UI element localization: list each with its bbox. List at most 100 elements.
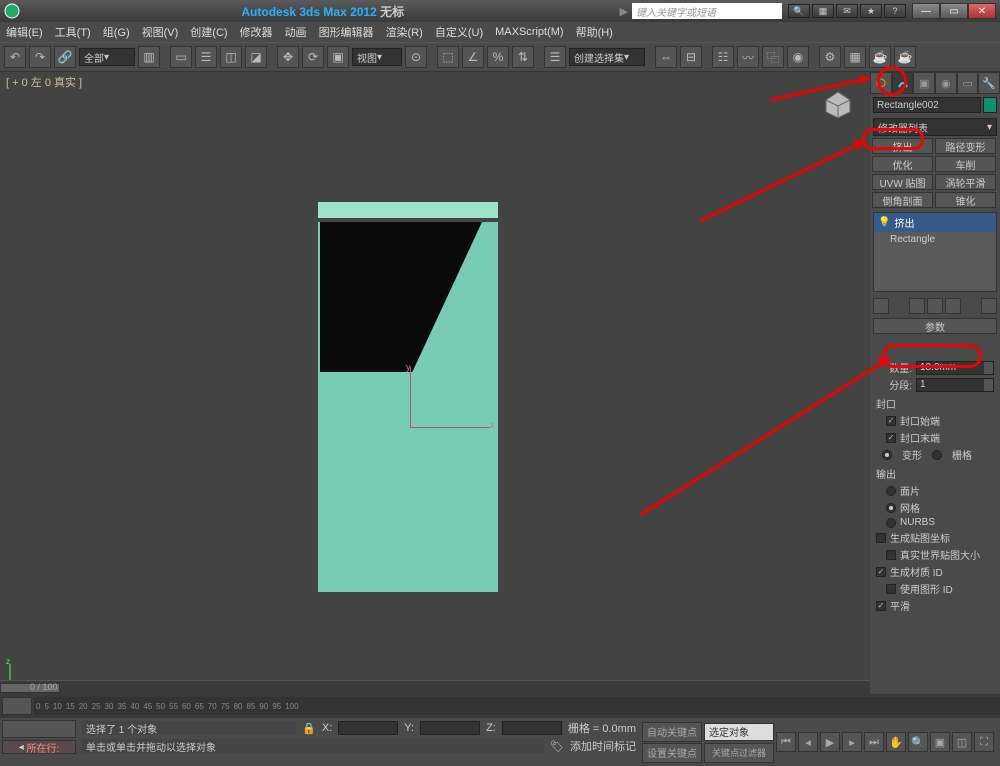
menu-customize[interactable]: 自定义(U) [435,24,483,40]
cap-grid-radio[interactable] [932,450,942,460]
pathdeform-button[interactable]: 路径变形 [935,138,996,154]
lathe-button[interactable]: 车削 [935,156,996,172]
close-button[interactable]: ✕ [968,3,996,19]
stack-item-extrude[interactable]: 💡挤出 [874,213,996,232]
spinner-snap-icon[interactable]: ⇅ [512,46,534,68]
rotate-icon[interactable]: ⟳ [302,46,324,68]
angle-snap-icon[interactable]: ∠ [462,46,484,68]
configure-sets-icon[interactable] [981,298,997,314]
scale-icon[interactable]: ▣ [327,46,349,68]
select-icon[interactable]: ▭ [170,46,192,68]
out-nurbs-radio[interactable] [886,518,896,528]
menu-help[interactable]: 帮助(H) [576,24,613,40]
smooth-checkbox[interactable]: ✓ [876,601,886,611]
percent-snap-icon[interactable]: % [487,46,509,68]
curve-editor-icon[interactable]: 〰 [737,46,759,68]
create-tab-icon[interactable] [870,72,892,94]
mirror-icon[interactable]: ⇔ [655,46,677,68]
display-tab-icon[interactable]: ▭ [957,72,979,94]
schematic-icon[interactable]: ⿻ [762,46,784,68]
viewport-hscroll[interactable]: 0 / 100 [0,680,870,694]
lock-selection-icon[interactable]: 🔒 [302,722,316,735]
menu-animation[interactable]: 动画 [285,24,307,40]
modify-tab-icon[interactable] [892,72,914,94]
filter-icon[interactable]: ▥ [138,46,160,68]
viewcube[interactable] [816,82,860,126]
object-name-field[interactable]: Rectangle002 [873,97,981,113]
trackbar-toggle-icon[interactable] [2,697,32,715]
cap-start-checkbox[interactable]: ✓ [886,416,896,426]
autokey-button[interactable]: 自动关键点 [642,722,702,742]
move-icon[interactable]: ✥ [277,46,299,68]
play-icon[interactable]: ▶ [820,732,840,752]
fov-icon[interactable]: ◫ [952,732,972,752]
menu-views[interactable]: 视图(V) [142,24,179,40]
stack-item-rectangle[interactable]: Rectangle [874,232,996,247]
modifier-list-dropdown[interactable]: 修改器列表▾ [873,118,997,136]
subscription-icon[interactable]: ▦ [812,4,834,18]
material-editor-icon[interactable]: ◉ [787,46,809,68]
addtime-label[interactable]: 添加时间标记 [570,738,636,754]
genmap-checkbox[interactable] [876,533,886,543]
x-field[interactable] [338,721,398,735]
remove-mod-icon[interactable] [945,298,961,314]
prev-frame-icon[interactable]: ◂ [798,732,818,752]
parameters-rollout-header[interactable]: 参数 [873,318,997,334]
redo-icon[interactable]: ↷ [29,46,51,68]
snap-icon[interactable]: ⬚ [437,46,459,68]
pin-stack-icon[interactable] [873,298,889,314]
search-icon[interactable]: 🔍 [788,4,810,18]
taper-button[interactable]: 锥化 [935,192,996,208]
timetag-icon[interactable]: 🏷 [550,740,564,753]
maxscript-mini-icon[interactable] [2,720,76,738]
motion-tab-icon[interactable]: ◉ [935,72,957,94]
menu-modifiers[interactable]: 修改器 [240,24,273,40]
trackbar-ruler[interactable]: 0 5 10 15 20 25 30 35 40 45 50 55 60 65 … [34,697,1000,715]
realworld-checkbox[interactable] [886,550,896,560]
uvwmap-button[interactable]: UVW 贴图 [872,174,933,190]
goto-end-icon[interactable]: ⏭ [864,732,884,752]
extrude-button[interactable]: 挤出 [872,138,933,154]
trackbar[interactable]: 0 5 10 15 20 25 30 35 40 45 50 55 60 65 … [0,694,1000,718]
out-patch-radio[interactable] [886,486,896,496]
undo-icon[interactable]: ↶ [4,46,26,68]
zoom-extents-icon[interactable]: ▣ [930,732,950,752]
next-frame-icon[interactable]: ▸ [842,732,862,752]
menu-grapheditors[interactable]: 图形编辑器 [319,24,374,40]
render-setup-icon[interactable]: ⚙ [819,46,841,68]
minimize-button[interactable]: — [912,3,940,19]
make-unique-icon[interactable] [927,298,943,314]
amount-spinner[interactable]: 18.0mm [916,361,994,375]
cap-end-checkbox[interactable]: ✓ [886,433,896,443]
bevelprofile-button[interactable]: 倒角剖面 [872,192,933,208]
link-icon[interactable]: 🔗 [54,46,76,68]
optimize-button[interactable]: 优化 [872,156,933,172]
star-icon[interactable]: ★ [860,4,882,18]
keyfilter-button[interactable]: 关键点过滤器 [704,743,774,763]
out-mesh-radio[interactable] [886,503,896,513]
maximize-button[interactable]: ▭ [940,3,968,19]
help-icon[interactable]: ? [884,4,906,18]
layer-dropdown[interactable]: 全部 ▾ [79,48,135,66]
menu-tools[interactable]: 工具(T) [55,24,91,40]
comm-icon[interactable]: ✉ [836,4,858,18]
select-name-icon[interactable]: ☰ [195,46,217,68]
genmat-checkbox[interactable]: ✓ [876,567,886,577]
menu-edit[interactable]: 编辑(E) [6,24,43,40]
utilities-tab-icon[interactable]: 🔧 [978,72,1000,94]
max-viewport-icon[interactable]: ⛶ [974,732,994,752]
window-crossing-icon[interactable]: ◪ [245,46,267,68]
keymode-dropdown[interactable]: 选定对象 [704,723,774,741]
manage-sets-icon[interactable]: ☰ [544,46,566,68]
menu-maxscript[interactable]: MAXScript(M) [495,26,563,38]
pan-icon[interactable]: ✋ [886,732,906,752]
menu-rendering[interactable]: 渲染(R) [386,24,423,40]
show-end-icon[interactable] [909,298,925,314]
z-field[interactable] [502,721,562,735]
teapot-icon[interactable]: ☕ [894,46,916,68]
hierarchy-tab-icon[interactable]: ▣ [913,72,935,94]
useshape-checkbox[interactable] [886,584,896,594]
pivot-icon[interactable]: ⊙ [405,46,427,68]
refcoord-dropdown[interactable]: 视图 ▾ [352,48,402,66]
cap-morph-radio[interactable] [882,450,892,460]
